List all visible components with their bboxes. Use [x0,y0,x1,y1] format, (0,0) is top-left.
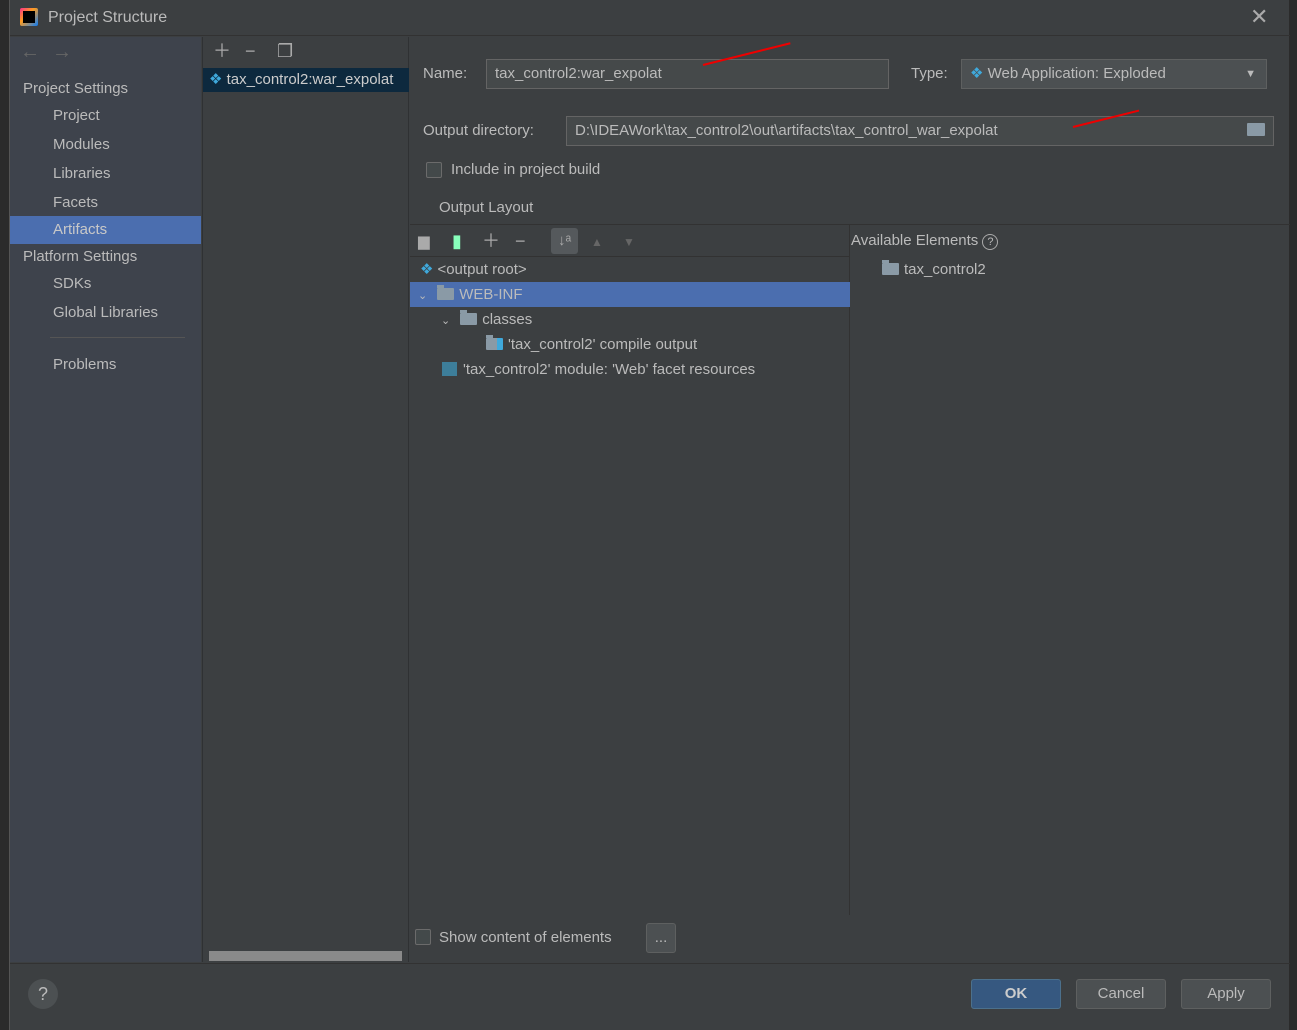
folder-icon [460,310,478,325]
move-up-icon[interactable]: ▲ [591,233,603,251]
name-input[interactable]: tax_control2:war_expolat [486,59,889,89]
artifact-name: tax_control2:war_expolat [226,71,394,88]
artifact-list-item[interactable]: ❖ tax_control2:war_expolat [203,68,409,92]
tree-item-web-inf[interactable]: ⌄ WEB-INF [410,282,850,307]
forward-icon[interactable]: → [52,41,72,64]
title-bar: Project Structure ✕ [10,0,1290,36]
sidebar: ← → Project Settings Project Modules Lib… [10,37,201,962]
web-artifact-icon: ❖ [209,71,223,88]
output-directory-label: Output directory: [423,122,534,139]
sidebar-item-global-libraries[interactable]: Global Libraries [10,299,201,327]
tree-label: 'tax_control2' compile output [508,336,698,353]
tree-item-classes[interactable]: ⌄ classes [441,307,532,332]
chevron-down-icon: ⌄ [441,315,451,327]
folder-icon [437,285,455,300]
type-label: Type: [911,65,948,82]
include-in-build-label: Include in project build [451,161,601,178]
tab-output-layout[interactable]: Output Layout [439,199,533,216]
show-content-label: Show content of elements [439,929,612,946]
module-output-icon [486,335,503,350]
sidebar-item-libraries[interactable]: Libraries [10,160,201,188]
chevron-down-icon: ⌄ [418,290,428,302]
back-icon[interactable]: ← [20,41,40,64]
output-directory-input[interactable]: D:\IDEAWork\tax_control2\out\artifacts\t… [566,116,1274,146]
sidebar-item-modules[interactable]: Modules [10,131,201,159]
project-structure-dialog: Project Structure ✕ ← → Project Settings… [9,0,1290,1030]
sidebar-item-sdks[interactable]: SDKs [10,270,201,298]
available-elements-label: Available Elements ? [851,232,999,250]
remove-icon[interactable]: − [515,232,526,250]
tree-item-web-facet-resources[interactable]: 'tax_control2' module: 'Web' facet resou… [442,357,755,382]
add-copy-of-icon[interactable]: ＋ [482,232,500,250]
cancel-button[interactable]: Cancel [1076,979,1166,1009]
artifact-editor: Name: tax_control2:war_expolat Type: ❖ W… [410,37,1290,962]
name-label: Name: [423,65,468,82]
tree-label: tax_control2 [904,261,986,278]
intellij-logo-icon [20,8,38,26]
apply-button[interactable]: Apply [1181,979,1271,1009]
sidebar-item-artifacts[interactable]: Artifacts [10,216,201,244]
artifact-icon: ❖ [420,261,434,278]
tree-item-output-root[interactable]: ❖ <output root> [420,257,527,282]
project-settings-header: Project Settings [23,80,129,97]
close-icon[interactable]: ✕ [1250,4,1268,30]
window-title: Project Structure [48,9,168,26]
layout-tree-panel: ▆ ▮ ＋ − ↓ᵃ ▲ ▼ ❖ <output root> ⌄ WEB-INF ⌄… [410,225,850,915]
ok-button[interactable]: OK [971,979,1061,1009]
sidebar-item-project[interactable]: Project [10,102,201,130]
divider [50,337,185,338]
add-icon[interactable]: ＋ [213,42,231,60]
tree-label: WEB-INF [459,286,523,303]
sort-alpha-icon[interactable]: ↓ᵃ [551,228,578,254]
archive-icon[interactable]: ▮ [452,232,462,250]
show-content-checkbox[interactable] [415,929,431,945]
web-facet-icon [442,362,457,376]
tree-item-compile-output[interactable]: 'tax_control2' compile output [486,332,697,357]
sidebar-item-facets[interactable]: Facets [10,189,201,217]
remove-icon[interactable]: − [245,42,256,60]
horizontal-scrollbar[interactable] [209,951,402,961]
include-in-build-checkbox[interactable] [426,162,442,178]
web-artifact-icon: ❖ [970,65,984,82]
output-directory-value: D:\IDEAWork\tax_control2\out\artifacts\t… [575,122,998,139]
move-down-icon[interactable]: ▼ [623,233,635,251]
tree-label: <output root> [437,261,527,278]
available-elements-text: Available Elements [851,232,979,249]
help-button[interactable]: ? [28,979,58,1009]
tree-label: 'tax_control2' module: 'Web' facet resou… [463,361,756,378]
type-select[interactable]: ❖ Web Application: Exploded ▼ [961,59,1267,89]
artifact-list-pane: ＋ − ❐ ❖ tax_control2:war_expolat [202,37,409,962]
module-folder-icon [882,260,899,275]
new-directory-icon[interactable]: ▆ [418,233,430,251]
more-button[interactable]: ... [646,923,676,953]
sidebar-item-problems[interactable]: Problems [10,351,201,379]
available-item-tax-control2[interactable]: tax_control2 [882,257,986,282]
help-icon[interactable]: ? [982,234,999,250]
platform-settings-header: Platform Settings [23,248,138,265]
tree-label: classes [482,311,533,328]
folder-open-icon[interactable] [1247,123,1265,136]
type-value: Web Application: Exploded [987,65,1166,82]
dialog-footer: ? OK Cancel Apply [10,963,1290,1030]
chevron-down-icon: ▼ [1245,68,1256,80]
copy-icon[interactable]: ❐ [277,42,293,60]
